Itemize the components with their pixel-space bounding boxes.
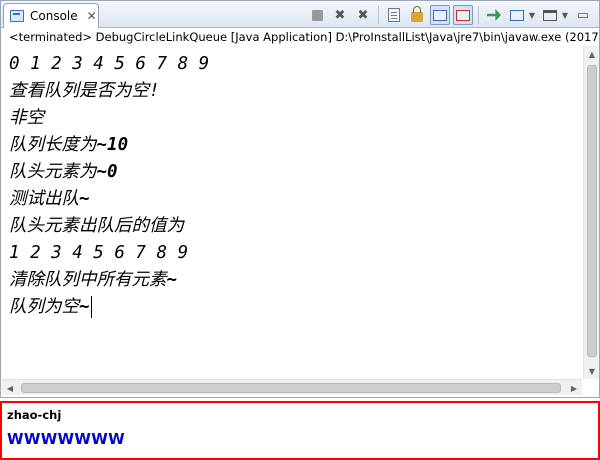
console-line: 1 2 3 4 5 6 7 8 9 [9, 243, 189, 263]
console-line: 清除队列中所有元素~ [9, 270, 178, 290]
scroll-up-icon[interactable]: ▲ [584, 46, 600, 62]
console-line: 0 1 2 3 4 5 6 7 8 9 [9, 54, 210, 74]
chevron-down-icon[interactable]: ▼ [560, 5, 570, 25]
toolbar-separator [478, 6, 479, 24]
remove-launch-icon[interactable]: ✖ [330, 5, 350, 25]
process-status: <terminated> DebugCircleLinkQueue [Java … [9, 30, 599, 44]
console-line: 查看队列是否为空! [9, 81, 160, 101]
annotation-author: zhao-chj [7, 408, 62, 422]
console-line: 队列为空~ [9, 296, 92, 318]
scroll-left-icon[interactable]: ◀ [2, 380, 18, 396]
scroll-right-icon[interactable]: ▶ [566, 380, 582, 396]
minimize-icon[interactable]: ▭ [573, 5, 593, 25]
vertical-scroll-thumb[interactable] [587, 65, 597, 357]
console-line: 测试出队~ [9, 189, 90, 209]
tab-console-label: Console [30, 9, 78, 23]
tab-console[interactable]: Console ✕ [3, 3, 99, 28]
annotation-text: WWWWWWW [7, 430, 125, 448]
vertical-scrollbar[interactable]: ▲ ▼ [583, 46, 599, 379]
toolbar-separator [378, 6, 379, 24]
show-on-stdout-icon[interactable] [430, 5, 450, 25]
terminate-icon[interactable] [307, 5, 327, 25]
console-line: 队头元素为~0 [9, 162, 118, 182]
horizontal-scrollbar[interactable]: ◀ ▶ [2, 379, 582, 395]
pin-console-icon[interactable] [484, 5, 504, 25]
clear-console-icon[interactable] [384, 5, 404, 25]
console-line: 非空 [9, 108, 44, 128]
show-on-stderr-icon[interactable] [453, 5, 473, 25]
view-tab-bar: Console ✕ ✖ ✖ ▼ ▼ ▭ [1, 1, 599, 28]
text-caret [90, 296, 92, 318]
console-view: Console ✕ ✖ ✖ ▼ ▼ ▭ <terminated> DebugCi… [0, 0, 600, 398]
close-icon[interactable]: ✕ [87, 9, 97, 23]
console-line: 队头元素出队后的值为 [9, 216, 184, 236]
chevron-down-icon[interactable]: ▼ [527, 5, 537, 25]
remove-all-terminated-icon[interactable]: ✖ [353, 5, 373, 25]
scroll-down-icon[interactable]: ▼ [584, 363, 600, 379]
console-icon [10, 10, 24, 22]
console-toolbar: ✖ ✖ ▼ ▼ ▭ [304, 4, 593, 26]
console-line: 队列长度为~10 [9, 135, 129, 155]
annotation-box: zhao-chj WWWWWWW [0, 401, 600, 460]
display-console-icon[interactable] [507, 5, 527, 25]
scroll-lock-icon[interactable] [407, 5, 427, 25]
horizontal-scroll-thumb[interactable] [21, 383, 561, 393]
new-console-icon[interactable] [540, 5, 560, 25]
console-output[interactable]: 0 1 2 3 4 5 6 7 8 9 查看队列是否为空! 非空 队列长度为~1… [9, 51, 579, 321]
